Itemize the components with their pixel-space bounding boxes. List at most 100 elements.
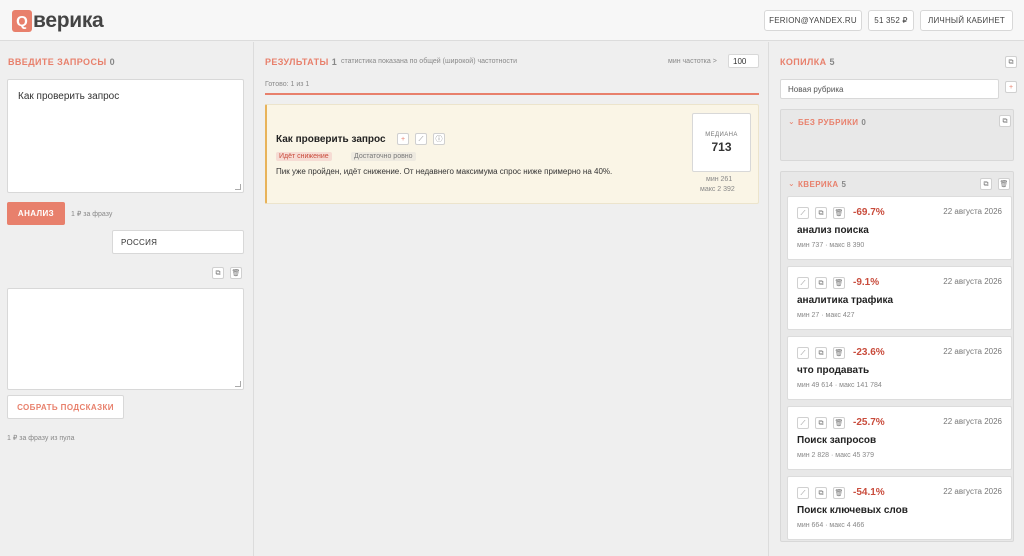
logo-mark: Q xyxy=(12,10,32,32)
copy-icon[interactable]: ⧉ xyxy=(999,115,1011,127)
trash-icon[interactable]: 🗑 xyxy=(998,178,1010,190)
item-change-pct: -9.1% xyxy=(853,277,880,288)
collect-hints-button[interactable]: СОБРАТЬ ПОДСКАЗКИ xyxy=(7,395,124,419)
rubric-none-title: БЕЗ РУБРИКИ 0 xyxy=(798,118,866,127)
rubric-qverika-count: 5 xyxy=(841,180,847,189)
rubric-qverika-title-text: КВЕРИКА xyxy=(798,180,839,189)
median-value: 713 xyxy=(711,140,732,154)
progress-bar xyxy=(265,93,759,95)
copy-all-icon[interactable]: ⧉ xyxy=(1005,56,1017,68)
analyze-price-note: 1 ₽ за фразу xyxy=(71,211,113,218)
chevron-down-icon[interactable]: ⌄ xyxy=(788,179,795,188)
balance-button[interactable]: 51 352 ₽ xyxy=(868,10,914,31)
chart-icon[interactable]: ⟋ xyxy=(797,487,809,499)
results-panel: РЕЗУЛЬТАТЫ 1 статистика показана по общей… xyxy=(255,42,769,556)
chart-icon[interactable]: ⟋ xyxy=(797,277,809,289)
pool-price-note: 1 ₽ за фразу из пула xyxy=(7,435,75,442)
trash-icon[interactable]: 🗑 xyxy=(833,207,845,219)
results-subtitle: статистика показана по общей (широкой) ч… xyxy=(341,58,517,65)
copy-icon[interactable]: ⧉ xyxy=(815,277,827,289)
queries-title-text: ВВЕДИТЕ ЗАПРОСЫ xyxy=(8,57,107,67)
item-change-pct: -25.7% xyxy=(853,417,885,428)
collection-panel: КОПИЛКА 5 ⧉ Новая рубрика + ⌄ БЕЗ РУБРИКИ… xyxy=(770,42,1024,556)
logo-text: верика xyxy=(33,9,104,32)
new-rubric-placeholder: Новая рубрика xyxy=(788,85,844,94)
result-min: мин 261 xyxy=(706,176,733,183)
region-select[interactable]: РОССИЯ xyxy=(112,230,244,254)
collection-item: ⟋ ⧉ 🗑 -54.1% 22 августа 2026 Поиск ключе… xyxy=(787,476,1012,540)
item-name: аналитика трафика xyxy=(797,295,894,306)
item-name: Поиск ключевых слов xyxy=(797,505,908,516)
results-title-text: РЕЗУЛЬТАТЫ xyxy=(265,57,329,67)
logo[interactable]: Q верика xyxy=(12,9,104,33)
resize-handle-icon[interactable] xyxy=(235,381,241,387)
trend-tag: Идёт снижение xyxy=(276,152,332,161)
analyze-button[interactable]: АНАЛИЗ xyxy=(7,202,65,225)
item-change-pct: -69.7% xyxy=(853,207,885,218)
collection-item: ⟋ ⧉ 🗑 -69.7% 22 августа 2026 анализ поис… xyxy=(787,196,1012,260)
chart-icon[interactable]: ⟋ xyxy=(797,417,809,429)
trash-icon[interactable]: 🗑 xyxy=(833,277,845,289)
queries-textarea[interactable]: Как проверить запрос xyxy=(7,79,244,193)
info-icon[interactable]: ⓘ xyxy=(433,133,445,145)
min-freq-label: мин частотка > xyxy=(668,58,717,65)
chevron-down-icon[interactable]: ⌄ xyxy=(788,117,795,126)
trash-icon[interactable]: 🗑 xyxy=(833,487,845,499)
evenness-tag: Достаточно ровно xyxy=(351,152,416,161)
resize-handle-icon[interactable] xyxy=(235,184,241,190)
queries-panel: ВВЕДИТЕ ЗАПРОСЫ 0 Как проверить запрос АН… xyxy=(0,42,254,556)
copy-icon[interactable]: ⧉ xyxy=(815,417,827,429)
item-stats: мин 664 · макс 4 466 xyxy=(797,522,865,529)
collection-item: ⟋ ⧉ 🗑 -25.7% 22 августа 2026 Поиск запро… xyxy=(787,406,1012,470)
item-date: 22 августа 2026 xyxy=(943,277,1002,286)
chart-icon[interactable]: ⟋ xyxy=(415,133,427,145)
result-max: макс 2 392 xyxy=(700,186,735,193)
rubric-none-title-text: БЕЗ РУБРИКИ xyxy=(798,118,859,127)
item-date: 22 августа 2026 xyxy=(943,487,1002,496)
copy-icon[interactable]: ⧉ xyxy=(815,487,827,499)
account-email-button[interactable]: FERION@YANDEX.RU xyxy=(764,10,862,31)
item-date: 22 августа 2026 xyxy=(943,347,1002,356)
new-rubric-input[interactable]: Новая рубрика xyxy=(780,79,999,99)
min-freq-value: 100 xyxy=(733,57,747,66)
progress-status: Готово: 1 из 1 xyxy=(265,81,310,88)
collection-title-text: КОПИЛКА xyxy=(780,57,827,67)
min-freq-input[interactable]: 100 xyxy=(728,54,759,68)
collection-title: КОПИЛКА 5 xyxy=(780,57,835,67)
item-stats: мин 737 · макс 8 390 xyxy=(797,242,865,249)
queries-count: 0 xyxy=(109,57,115,67)
copy-icon[interactable]: ⧉ xyxy=(815,207,827,219)
collection-item: ⟋ ⧉ 🗑 -9.1% 22 августа 2026 аналитика тр… xyxy=(787,266,1012,330)
item-date: 22 августа 2026 xyxy=(943,417,1002,426)
item-change-pct: -23.6% xyxy=(853,347,885,358)
median-label: МЕДИАНА xyxy=(705,132,738,138)
chart-icon[interactable]: ⟋ xyxy=(797,347,809,359)
item-name: анализ поиска xyxy=(797,225,869,236)
item-name: что продавать xyxy=(797,365,870,376)
copy-icon[interactable]: ⧉ xyxy=(980,178,992,190)
result-description: Пик уже пройден, идёт снижение. От недав… xyxy=(276,167,613,176)
queries-textarea-value: Как проверить запрос xyxy=(18,91,120,102)
rubric-qverika-title: КВЕРИКА 5 xyxy=(798,180,846,189)
item-stats: мин 27 · макс 427 xyxy=(797,312,855,319)
item-date: 22 августа 2026 xyxy=(943,207,1002,216)
results-count: 1 xyxy=(331,57,338,67)
trash-icon[interactable]: 🗑 xyxy=(230,267,242,279)
item-name: Поиск запросов xyxy=(797,435,877,446)
hints-textarea[interactable] xyxy=(7,288,244,390)
trash-icon[interactable]: 🗑 xyxy=(833,347,845,359)
chart-icon[interactable]: ⟋ xyxy=(797,207,809,219)
copy-icon[interactable]: ⧉ xyxy=(212,267,224,279)
add-rubric-icon[interactable]: + xyxy=(1005,81,1017,93)
results-title: РЕЗУЛЬТАТЫ 1 xyxy=(265,57,337,67)
cabinet-button[interactable]: ЛИЧНЫЙ КАБИНЕТ xyxy=(920,10,1013,31)
result-card: Как проверить запрос + ⟋ ⓘ Идёт снижение… xyxy=(265,104,759,204)
median-box: МЕДИАНА 713 xyxy=(692,113,751,172)
copy-icon[interactable]: ⧉ xyxy=(815,347,827,359)
item-change-pct: -54.1% xyxy=(853,487,885,498)
rubric-none-count: 0 xyxy=(861,118,867,127)
trash-icon[interactable]: 🗑 xyxy=(833,417,845,429)
collection-count: 5 xyxy=(829,57,835,67)
top-bar: Q верика FERION@YANDEX.RU 51 352 ₽ ЛИЧНЫ… xyxy=(0,0,1024,41)
add-to-collection-icon[interactable]: + xyxy=(397,133,409,145)
